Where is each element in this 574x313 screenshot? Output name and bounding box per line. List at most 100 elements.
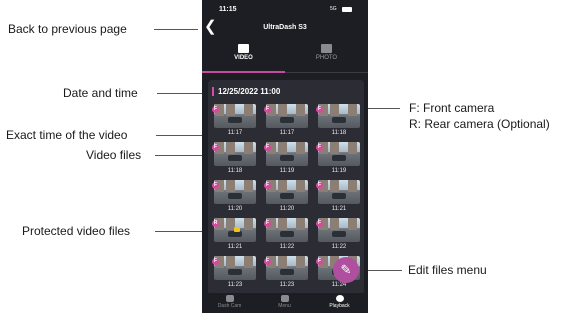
video-time: 11:17 — [279, 130, 295, 136]
camera-badge: F — [264, 182, 271, 189]
video-time: 11:18 — [227, 168, 243, 174]
nav-label: Playback — [329, 303, 350, 309]
tab-label: PHOTO — [315, 55, 338, 61]
camera-badge: F — [316, 220, 323, 227]
thumbnail-building — [348, 142, 357, 154]
nav-playback[interactable]: Playback — [312, 295, 367, 309]
video-time: 11:19 — [331, 168, 347, 174]
gear-icon — [280, 295, 289, 302]
thumbnail-building — [348, 104, 357, 116]
video-item[interactable]: F 11:22 — [264, 218, 308, 252]
tab-photo[interactable]: PHOTO — [285, 44, 368, 61]
thumbnail-car — [280, 269, 294, 275]
camera-badge: F — [316, 106, 323, 113]
leader-line — [362, 270, 402, 271]
app-title: UltraDash S3 — [263, 24, 307, 31]
video-thumbnail — [214, 218, 256, 242]
video-item[interactable]: F 11:20 — [264, 180, 308, 214]
video-time: 11:23 — [227, 282, 243, 288]
divider — [285, 72, 368, 73]
video-item[interactable]: R 11:21 — [212, 218, 256, 252]
video-thumbnail — [266, 218, 308, 242]
annotation-exact-time: Exact time of the video — [6, 128, 128, 142]
video-time: 11:21 — [331, 206, 347, 212]
thumbnail-building — [278, 256, 287, 268]
thumbnail-building — [226, 256, 235, 268]
thumbnail-car — [280, 155, 294, 161]
thumbnail-car — [332, 117, 346, 123]
thumbnail-building — [244, 142, 253, 154]
video-item[interactable]: F 11:22 — [316, 218, 360, 252]
bottom-nav: Dash Cam Menu Playback — [202, 293, 368, 313]
annotation-edit-menu: Edit files menu — [408, 263, 487, 277]
video-thumbnail — [266, 180, 308, 204]
video-thumbnail — [266, 256, 308, 280]
thumbnail-building — [278, 180, 287, 192]
edit-files-button[interactable]: ✎ — [333, 257, 359, 283]
video-item[interactable]: F 11:19 — [316, 142, 360, 176]
video-time: 11:22 — [279, 244, 295, 250]
thumbnail-car — [280, 117, 294, 123]
camera-badge: F — [212, 258, 219, 265]
video-item[interactable]: F 11:17 — [264, 104, 308, 138]
nav-dash-cam[interactable]: Dash Cam — [202, 295, 257, 309]
thumbnail-car — [228, 193, 242, 199]
thumbnail-car — [332, 193, 346, 199]
video-thumbnail — [214, 256, 256, 280]
video-time: 11:22 — [331, 244, 347, 250]
lock-icon — [234, 227, 240, 232]
camera-badge: F — [212, 144, 219, 151]
video-icon — [238, 44, 249, 53]
video-item[interactable]: F 11:19 — [264, 142, 308, 176]
nav-menu[interactable]: Menu — [257, 295, 312, 309]
video-item[interactable]: F 11:18 — [212, 142, 256, 176]
thumbnail-car — [228, 269, 242, 275]
nav-label: Dash Cam — [217, 303, 242, 309]
thumbnail-building — [348, 180, 357, 192]
video-item[interactable]: F 11:23 — [212, 256, 256, 290]
video-item[interactable]: F 11:20 — [212, 180, 256, 214]
thumbnail-car — [280, 193, 294, 199]
video-thumbnail — [318, 104, 360, 128]
active-tab-indicator — [202, 71, 285, 73]
date-header: 12/25/2022 11:00 — [212, 87, 280, 96]
camera-badge: F — [316, 258, 323, 265]
thumbnail-building — [330, 104, 339, 116]
thumbnail-car — [228, 117, 242, 123]
video-thumbnail — [266, 142, 308, 166]
video-thumbnail — [214, 104, 256, 128]
camera-badge: F — [264, 220, 271, 227]
video-item[interactable]: F 11:17 — [212, 104, 256, 138]
network-indicator: 5G — [330, 6, 337, 12]
video-time: 11:17 — [227, 130, 243, 136]
tab-video[interactable]: VIDEO — [202, 44, 285, 61]
status-time: 11:15 — [219, 6, 237, 13]
annotation-date-time: Date and time — [63, 86, 138, 100]
video-item[interactable]: F 11:21 — [316, 180, 360, 214]
thumbnail-building — [226, 142, 235, 154]
video-thumbnail — [214, 142, 256, 166]
annotation-video-files: Video files — [86, 148, 142, 162]
dashcam-icon — [225, 295, 234, 302]
video-item[interactable]: F 11:23 — [264, 256, 308, 290]
leader-line — [157, 93, 204, 94]
video-item[interactable]: F 11:18 — [316, 104, 360, 138]
video-time: 11:19 — [279, 168, 295, 174]
leader-line — [154, 29, 198, 30]
camera-badge: F — [212, 182, 219, 189]
camera-badge: F — [264, 258, 271, 265]
thumbnail-building — [278, 104, 287, 116]
video-time: 11:20 — [279, 206, 295, 212]
annotation-camera-front: F: Front camera — [409, 101, 495, 115]
pencil-icon: ✎ — [340, 262, 352, 277]
video-thumbnail — [214, 180, 256, 204]
thumbnail-building — [278, 218, 287, 230]
annotation-camera-rear: R: Rear camera (Optional) — [409, 117, 550, 131]
camera-badge: F — [316, 182, 323, 189]
thumbnail-building — [244, 256, 253, 268]
thumbnail-building — [296, 180, 305, 192]
thumbnail-car — [228, 155, 242, 161]
thumbnail-building — [226, 104, 235, 116]
annotation-protected: Protected video files — [22, 224, 131, 238]
play-icon — [335, 295, 344, 302]
